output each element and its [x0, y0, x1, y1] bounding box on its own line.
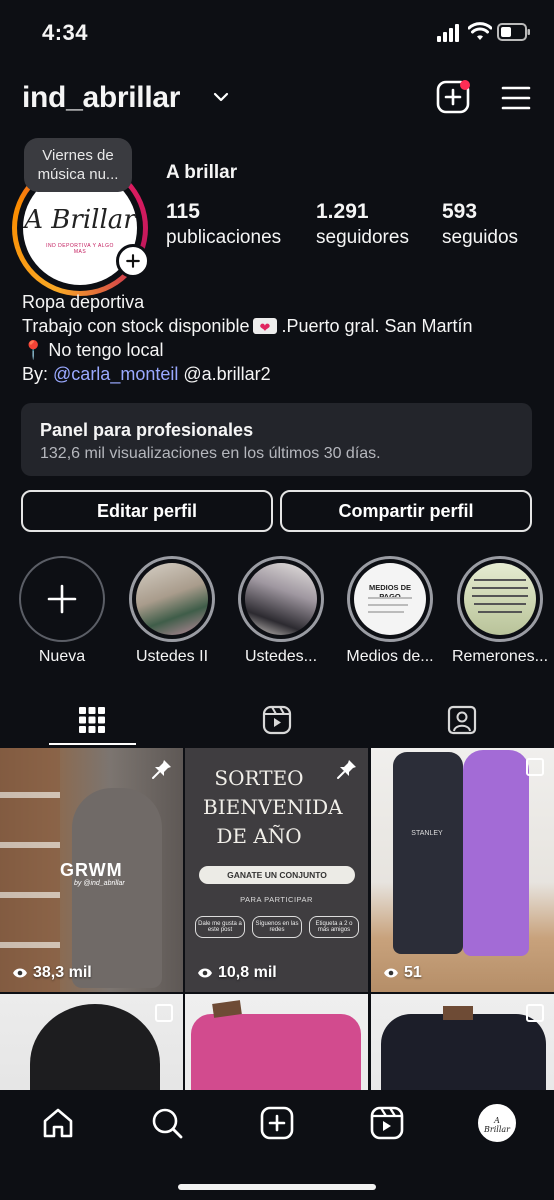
post-step: Dale me gusta a este post	[195, 916, 245, 938]
search-icon[interactable]	[150, 1106, 184, 1140]
post-thumbnail[interactable]: GRWM by @ind_abrillar 38,3 mil	[0, 748, 183, 992]
mention-link[interactable]: @carla_monteil	[53, 364, 178, 384]
highlight-ustedes-ii[interactable]: Ustedes II	[129, 556, 215, 666]
home-indicator	[178, 1184, 376, 1190]
post-thumbnail[interactable]: SORTEO BIENVENIDA DE AÑO GANATE UN CONJU…	[185, 748, 368, 992]
highlight-thumbnail	[245, 563, 317, 635]
highlight-new[interactable]: Nueva	[19, 556, 105, 666]
heart-letter-emoji-icon	[253, 316, 278, 340]
pin-icon	[337, 760, 356, 779]
grid-icon	[79, 707, 105, 733]
highlight-label: Ustedes II	[135, 648, 209, 665]
tab-reels[interactable]	[185, 694, 369, 746]
post-caption: GRWM	[60, 860, 123, 880]
bio-line: Trabajo con stock disponible.Puerto gral…	[22, 314, 542, 340]
highlight-circle: MEDIOS DE PAGO	[347, 556, 433, 642]
highlight-label: Medios de...	[346, 648, 434, 665]
highlight-circle	[238, 556, 324, 642]
multiple-images-icon	[155, 1004, 173, 1022]
add-story-icon[interactable]	[116, 244, 150, 278]
mention-text[interactable]: @a.brillar2	[183, 364, 270, 384]
reels-icon[interactable]	[370, 1106, 404, 1140]
post-step: Etiqueta a 2 o más amigos	[309, 916, 359, 938]
share-profile-button[interactable]: Compartir perfil	[280, 490, 532, 532]
highlight-thumbnail: MEDIOS DE PAGO	[354, 563, 426, 635]
tagged-user-icon	[447, 705, 477, 735]
stat-following[interactable]: 593 seguidos	[442, 200, 518, 249]
content-tabs	[0, 694, 554, 746]
eye-icon	[13, 968, 27, 978]
chevron-down-icon[interactable]	[212, 90, 230, 104]
display-name: A brillar	[166, 162, 238, 183]
bio-line: By: @carla_monteil @a.brillar2	[22, 364, 271, 384]
bottle-brand: STANLEY	[411, 830, 443, 837]
status-time: 4:34	[42, 20, 89, 45]
highlight-thumbnail	[464, 563, 536, 635]
post-thumbnail[interactable]: STANLEY 51	[371, 748, 554, 992]
highlight-label: Ustedes...	[244, 648, 318, 665]
cellular-signal-icon	[437, 24, 459, 42]
post-pill: GANATE UN CONJUNTO	[199, 866, 355, 884]
pin-icon	[152, 760, 171, 779]
post-participate: PARA PARTICIPAR	[240, 895, 313, 904]
view-count: 51	[383, 964, 422, 982]
highlight-circle	[129, 556, 215, 642]
highlight-medios-de-pago[interactable]: MEDIOS DE PAGO Medios de...	[346, 556, 434, 666]
highlight-circle	[19, 556, 105, 642]
stat-following-value: 593	[442, 200, 478, 223]
eye-icon	[198, 968, 212, 978]
tab-tagged[interactable]	[370, 694, 554, 746]
edit-profile-button[interactable]: Editar perfil	[21, 490, 273, 532]
professional-dashboard[interactable]: Panel para profesionales 132,6 mil visua…	[21, 403, 532, 476]
stat-posts-value: 115	[166, 200, 200, 223]
highlight-circle	[457, 556, 543, 642]
menu-icon[interactable]	[501, 85, 531, 111]
stat-followers[interactable]: 1.291 seguidores	[316, 200, 409, 249]
notification-dot	[460, 80, 470, 90]
stat-followers-label: seguidores	[316, 227, 409, 248]
posts-grid: GRWM by @ind_abrillar 38,3 mil SORTEO BI…	[0, 748, 554, 1200]
status-bar: 4:34	[0, 0, 554, 66]
username-switcher[interactable]: ind_abrillar	[22, 81, 180, 115]
tab-posts-grid[interactable]	[0, 694, 184, 746]
view-count: 38,3 mil	[12, 964, 92, 982]
home-icon[interactable]	[41, 1106, 75, 1140]
profile-note[interactable]: Viernes de música nu...	[24, 138, 132, 192]
highlight-label: Remerones...	[451, 648, 549, 665]
bottom-navigation: A Brillar	[0, 1090, 554, 1200]
bio-line: 📍 No tengo local	[22, 340, 164, 360]
highlight-remerones[interactable]: Remerones...	[452, 556, 548, 666]
create-icon[interactable]	[260, 1106, 294, 1140]
eye-icon	[384, 968, 398, 978]
highlight-thumbnail	[136, 563, 208, 635]
multiple-images-icon	[526, 1004, 544, 1022]
profile-tab-avatar[interactable]: A Brillar	[478, 1104, 516, 1142]
brand-logo: A Brillar	[24, 205, 136, 235]
pro-panel-subtitle: 132,6 mil visualizaciones en los últimos…	[40, 445, 381, 462]
brand-logo-subtext: IND DEPORTIVA Y ALGO MAS	[46, 243, 114, 255]
active-tab-indicator	[49, 743, 136, 745]
plus-icon	[47, 584, 77, 614]
highlight-ustedes[interactable]: Ustedes...	[238, 556, 324, 666]
pro-panel-title: Panel para profesionales	[40, 420, 254, 440]
highlight-label: Nueva	[38, 648, 86, 665]
stat-followers-value: 1.291	[316, 200, 369, 223]
stat-posts[interactable]: 115 publicaciones	[166, 200, 281, 249]
view-count: 10,8 mil	[197, 964, 277, 982]
multiple-images-icon	[526, 758, 544, 776]
post-step: Síguenos en las redes	[252, 916, 302, 938]
battery-icon	[497, 23, 530, 41]
wifi-icon	[468, 22, 492, 40]
stat-posts-label: publicaciones	[166, 227, 282, 248]
profile-header: ind_abrillar	[0, 76, 554, 122]
profile-bio: Ropa deportiva Trabajo con stock disponi…	[22, 290, 542, 386]
post-title: SORTEO BIENVENIDA DE AÑO	[203, 766, 343, 848]
reels-icon	[262, 705, 292, 735]
post-caption-sub: by @ind_abrillar	[74, 880, 125, 887]
location-pin-icon: 📍	[22, 340, 45, 360]
bio-line: Ropa deportiva	[22, 292, 145, 312]
stat-following-label: seguidos	[442, 227, 519, 248]
